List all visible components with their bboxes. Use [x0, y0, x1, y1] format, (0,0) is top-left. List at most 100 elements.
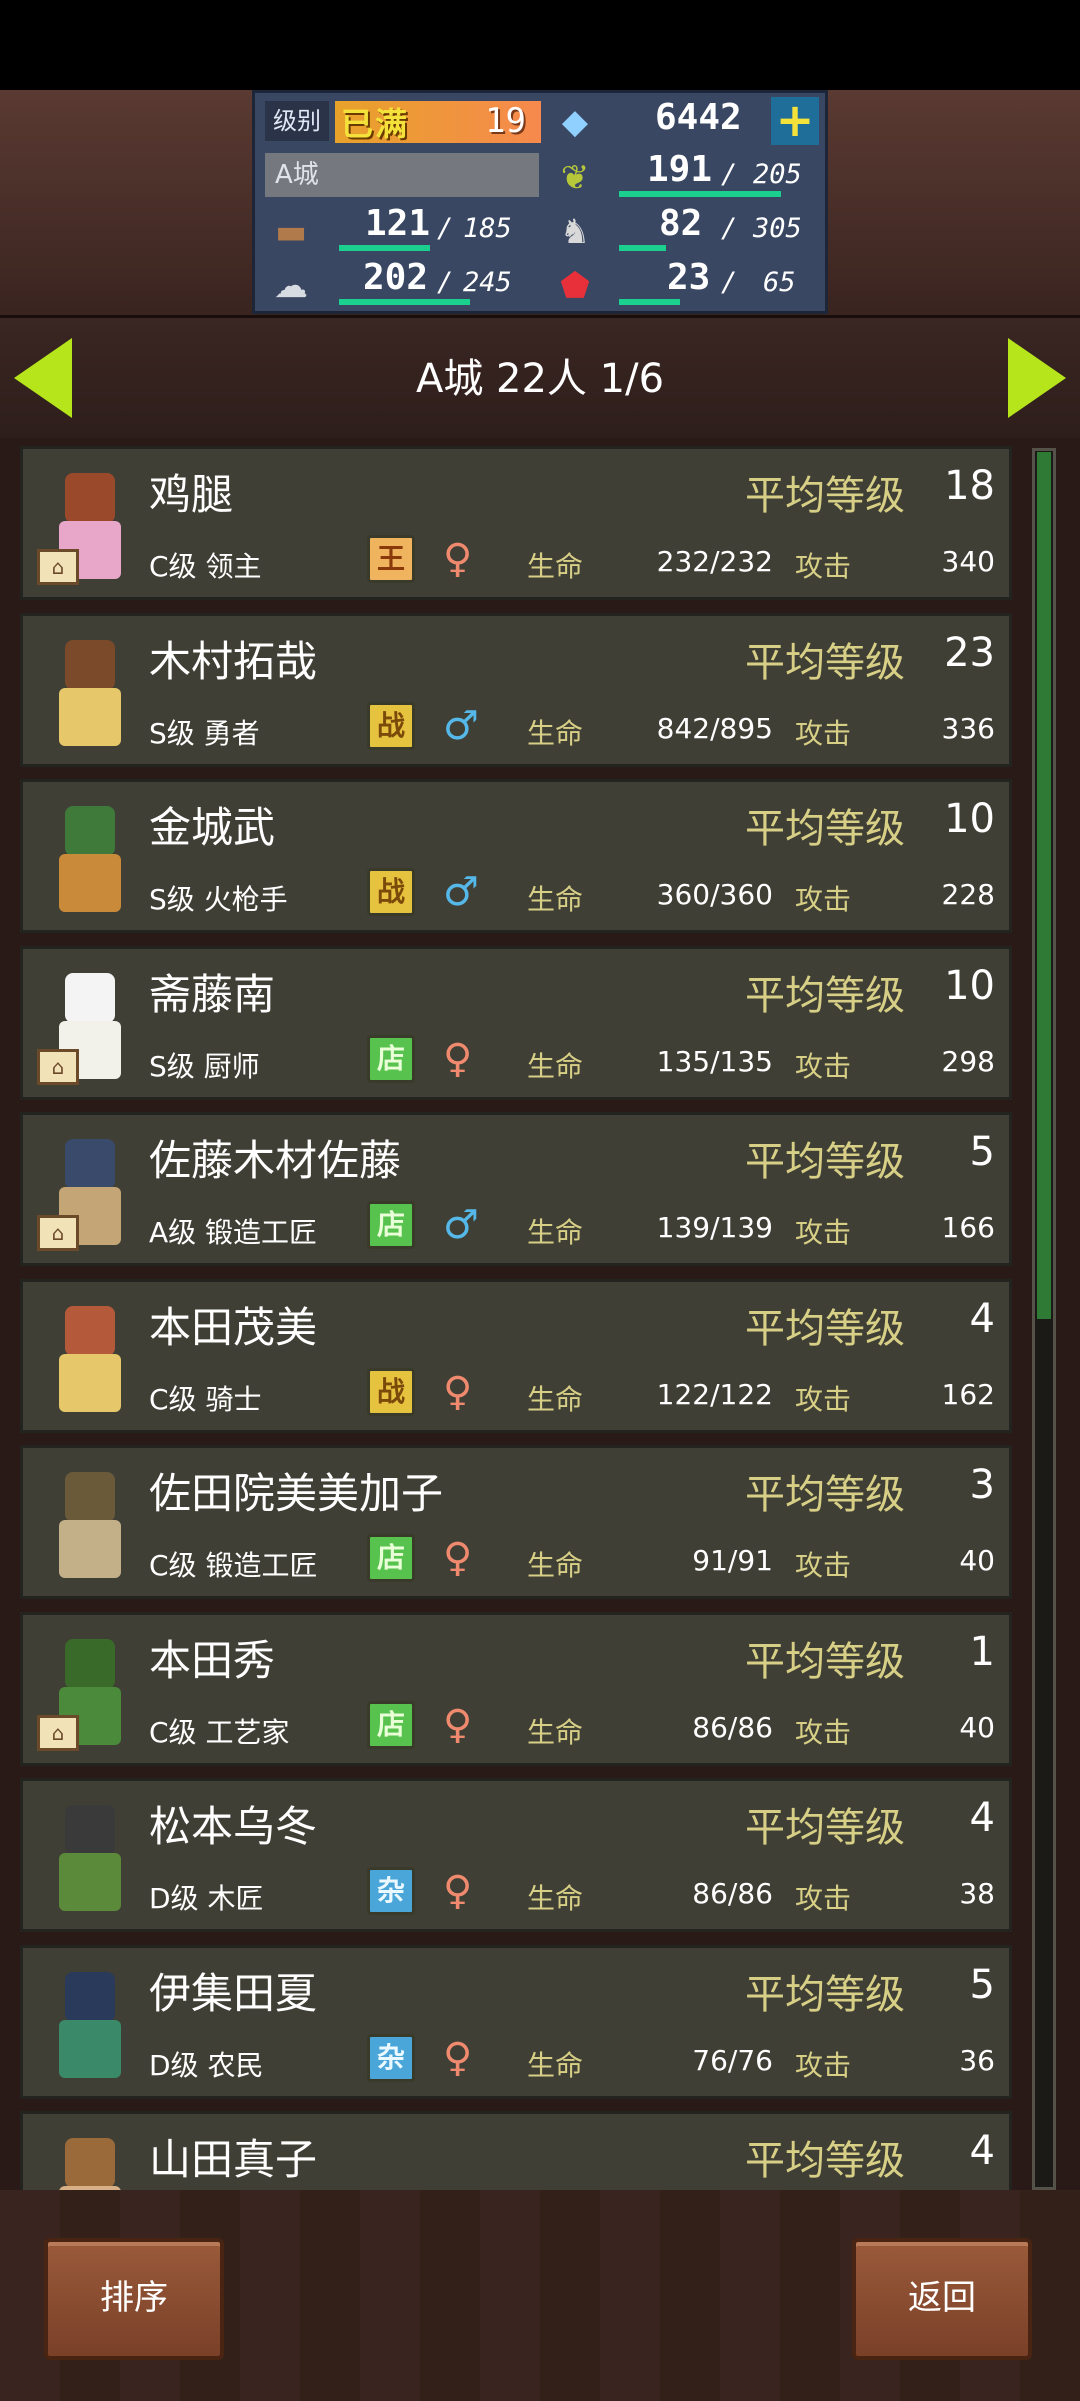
avg-level-label: 平均等级	[745, 1638, 905, 1685]
avatar-body	[59, 854, 121, 912]
attack-label: 攻击	[795, 1715, 852, 1749]
wood-max: 185	[463, 213, 512, 244]
character-avatar	[37, 2124, 147, 2191]
character-name: 木村拓哉	[149, 636, 318, 686]
character-avatar	[37, 792, 147, 922]
character-name: 佐藤木材佐藤	[149, 1136, 402, 1185]
character-name: 本田秀	[149, 1635, 276, 1685]
character-avatar	[37, 1458, 147, 1588]
gem-icon: ◆	[561, 102, 589, 142]
female-icon: ♀	[443, 1035, 473, 1082]
job-badge-icon: 王	[367, 535, 415, 583]
avatar-head	[65, 473, 115, 523]
avg-level-label: 平均等级	[745, 1305, 905, 1352]
job-badge-icon: 战	[367, 701, 415, 750]
avatar-head	[65, 972, 115, 1023]
header-title: A城 22人 1/6	[415, 356, 665, 402]
character-card[interactable]: ⌂ 鸡腿 平均等级 18 C级 领主 王 ♀ 生命 232/232 攻击 340	[20, 446, 1012, 600]
character-card[interactable]: ⌂ 斋藤南 平均等级 10 S级 厨师 店 ♀ 生命 135/135 攻击 298	[20, 945, 1012, 1100]
character-card[interactable]: 松本乌冬 平均等级 4 D级 木匠 杂 ♀ 生命 86/86 攻击 38	[20, 1778, 1012, 1932]
hp-value: 139/139	[656, 1211, 773, 1244]
character-card[interactable]: 山田真子 平均等级 4	[20, 2111, 1012, 2191]
female-icon: ♀	[443, 1868, 473, 1914]
attack-value: 166	[941, 1211, 995, 1244]
avatar-head	[65, 639, 115, 690]
hp-value: 122/122	[656, 1377, 773, 1411]
character-name: 鸡腿	[149, 470, 234, 519]
life-label: 生命	[527, 550, 584, 583]
avg-level-label: 平均等级	[745, 1139, 905, 1185]
avg-level-label: 平均等级	[745, 972, 905, 1019]
character-class: S级 勇者	[149, 716, 260, 750]
character-card[interactable]: 伊集田夏 平均等级 5 D级 农民 杂 ♀ 生命 76/76 攻击 36	[20, 1944, 1012, 2099]
back-button[interactable]: 返回	[852, 2238, 1032, 2360]
food-bar	[619, 245, 666, 251]
life-label: 生命	[527, 1549, 584, 1582]
character-card[interactable]: 本田茂美 平均等级 4 C级 骑士 战 ♀ 生命 122/122 攻击 162	[20, 1278, 1012, 1433]
scrollbar-thumb[interactable]	[1037, 452, 1051, 1319]
character-list[interactable]: ⌂ 鸡腿 平均等级 18 C级 领主王 ♀ 生命 232/232 攻击 340 木村拓哉平均等级 23…	[12, 446, 1068, 2191]
character-class: C级 锻造工匠	[149, 1549, 318, 1582]
attack-label: 攻击	[795, 1216, 852, 1249]
character-avatar: ⌂	[37, 1625, 147, 1755]
male-icon: ♂	[443, 1202, 479, 1248]
wood-separator: /	[437, 213, 454, 244]
job-badge-icon: 战	[367, 868, 415, 916]
food-icon: ♞	[559, 212, 591, 252]
avatar-head	[65, 1472, 115, 1522]
character-avatar	[37, 626, 147, 756]
avg-level-value: 4	[969, 1795, 995, 1841]
female-icon: ♀	[443, 1701, 473, 1748]
avg-level-label: 平均等级	[745, 2138, 905, 2184]
life-label: 生命	[527, 1882, 584, 1915]
avg-level-value: 23	[944, 629, 995, 676]
wood-bar	[339, 245, 430, 251]
character-name: 伊集田夏	[149, 1968, 318, 2018]
attack-label: 攻击	[795, 1049, 852, 1083]
character-card[interactable]: 金城武 平均等级 10 S级 火枪手 战 ♂ 生命 360/360 攻击 228	[20, 779, 1012, 933]
character-card[interactable]: ⌂ 佐藤木材佐藤 平均等级 5 A级 锻造工匠 店 ♂ 生命 139/139 攻击 166	[20, 1112, 1012, 1266]
character-card[interactable]: 佐田院美美加子 平均等级 3 C级 锻造工匠 店 ♀ 生命 91/91 攻击 40	[20, 1445, 1012, 1599]
job-badge-icon: 店	[367, 1700, 415, 1749]
attack-label: 攻击	[795, 1382, 852, 1416]
character-class: C级 工艺家	[149, 1715, 290, 1749]
avg-level-value: 10	[944, 796, 995, 842]
character-name: 佐田院美美加子	[149, 1469, 444, 1518]
sort-button[interactable]: 排序	[44, 2238, 224, 2360]
gem-count: 6442	[655, 97, 742, 138]
food-value: 82	[659, 203, 703, 244]
life-label: 生命	[527, 1049, 584, 1083]
hp-value: 76/76	[692, 2043, 773, 2077]
character-card[interactable]: ⌂ 本田秀 平均等级 1 C级 工艺家 店 ♀ 生命 86/86 攻击 40	[20, 1611, 1012, 1766]
wood-icon: ▬	[274, 212, 308, 252]
resource-panel: 级别 已满 19 ◆ 6442 + A城 ❦ 191 / 205 ▬ 121 /…	[252, 90, 828, 314]
attack-value: 40	[959, 1544, 995, 1577]
avatar-head	[65, 806, 115, 856]
grass-max: 205	[753, 159, 802, 190]
grass-separator: /	[721, 159, 738, 190]
avatar-head	[65, 2138, 115, 2188]
attack-value: 336	[941, 711, 995, 745]
avg-level-label: 平均等级	[745, 1971, 905, 2018]
ore-value: 202	[363, 257, 429, 298]
house-icon: ⌂	[37, 1048, 79, 1085]
job-badge-icon: 店	[367, 1534, 415, 1582]
character-class: A级 锻造工匠	[149, 1216, 318, 1249]
attack-label: 攻击	[795, 1882, 852, 1915]
character-name: 金城武	[149, 803, 276, 852]
avatar-head	[65, 1971, 115, 2022]
job-badge-icon: 店	[367, 1201, 415, 1249]
house-icon: ⌂	[37, 1215, 79, 1251]
character-card[interactable]: 木村拓哉 平均等级 23 S级 勇者 战 ♂ 生命 842/895 攻击 336	[20, 612, 1012, 767]
life-label: 生命	[527, 716, 584, 750]
character-avatar	[37, 1958, 147, 2088]
character-avatar	[37, 1292, 147, 1422]
add-gems-button[interactable]: +	[771, 97, 819, 145]
avatar-head	[65, 1305, 115, 1356]
food-separator: /	[721, 213, 738, 244]
character-avatar: ⌂	[37, 959, 147, 1089]
avg-level-value: 3	[969, 1462, 995, 1508]
avatar-head	[65, 1805, 115, 1855]
attack-label: 攻击	[795, 716, 852, 750]
avatar-body	[59, 1853, 121, 1911]
